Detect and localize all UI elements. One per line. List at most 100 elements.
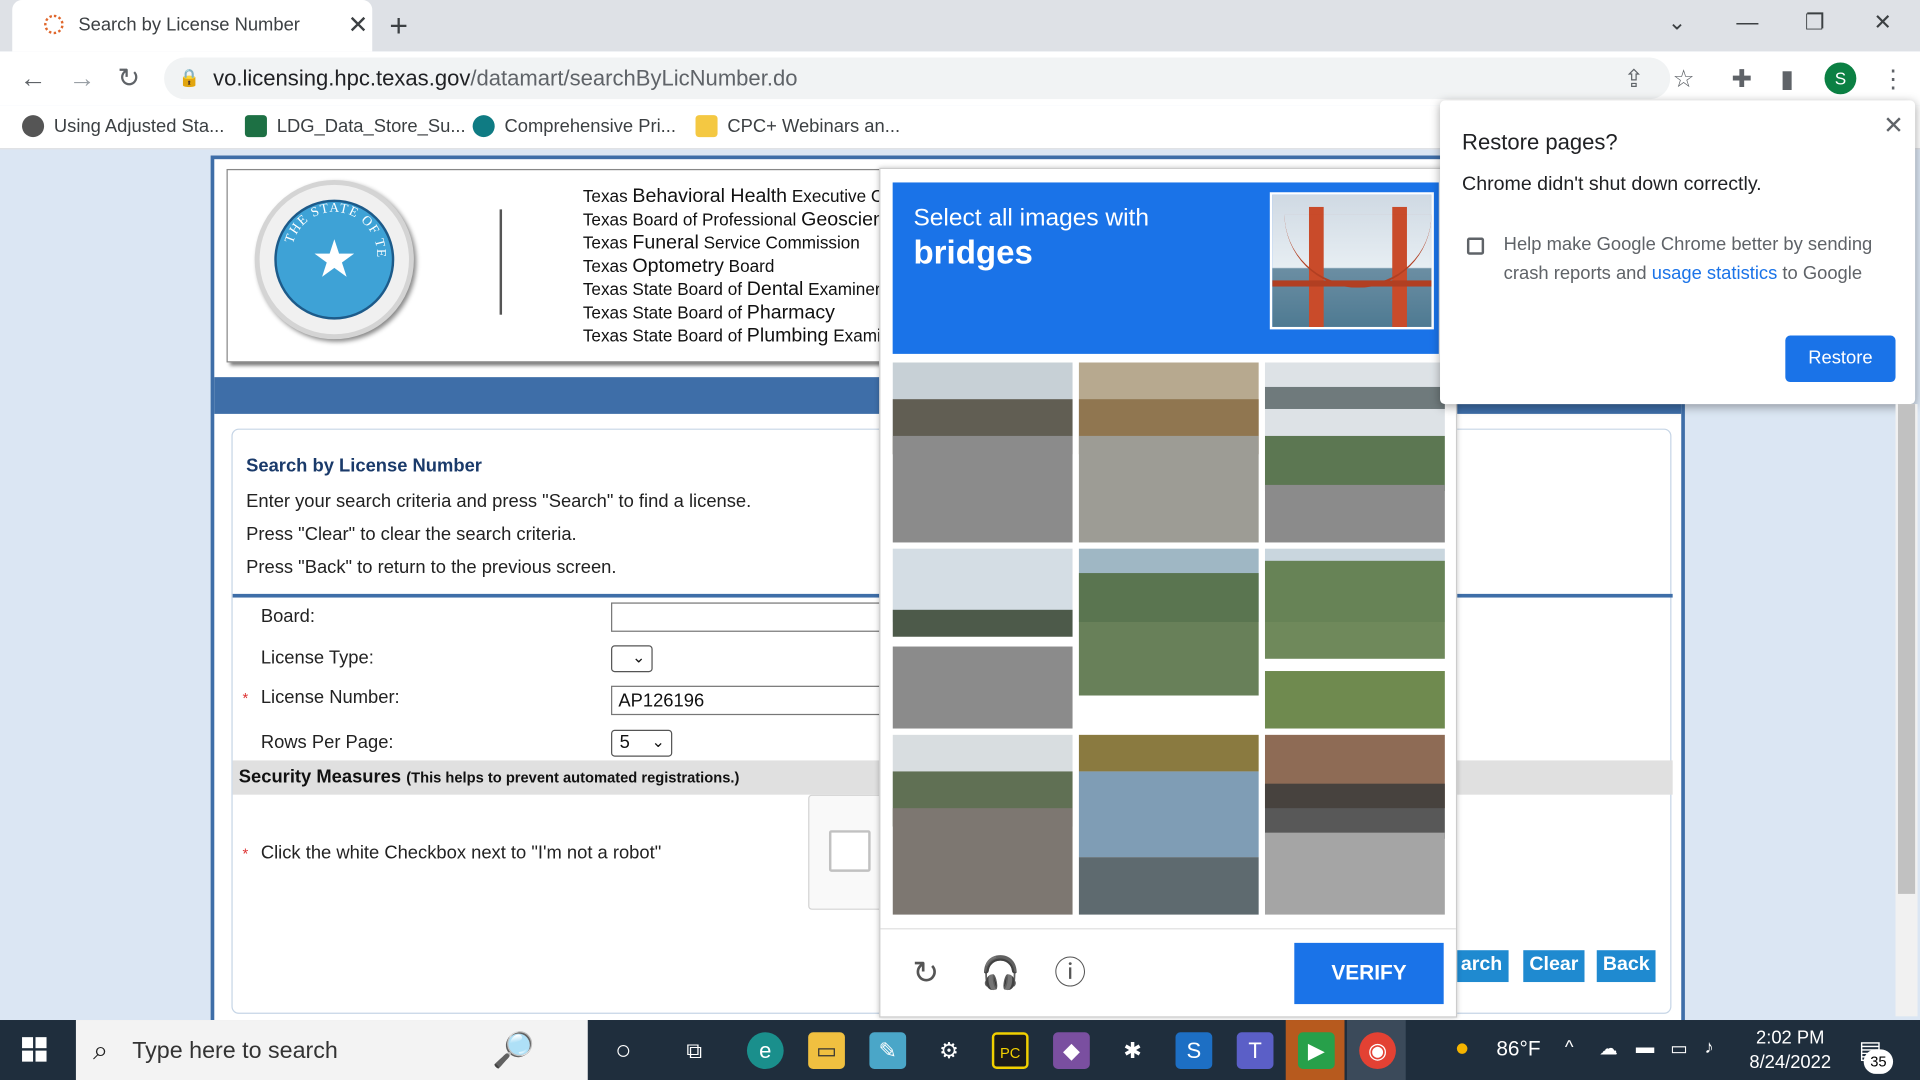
license-number-label: License Number:	[260, 686, 400, 708]
captcha-tile[interactable]	[1078, 362, 1259, 543]
board-label: Board:	[260, 606, 315, 627]
texas-seal-logo: THE STATE OF TEXAS ★	[254, 180, 414, 340]
captcha-tile[interactable]	[892, 734, 1073, 915]
weather-temp[interactable]: 86°F	[1496, 1037, 1540, 1061]
share-icon[interactable]: ⇪	[1624, 64, 1645, 95]
excel-icon	[244, 115, 267, 138]
notification-count: 35	[1863, 1049, 1894, 1074]
settings-gear-icon[interactable]: ⚙	[931, 1032, 968, 1069]
forward-arrow-icon[interactable]: →	[69, 62, 96, 94]
board-name: Texas State Board of Plumbing Examir	[582, 325, 887, 347]
captcha-tile[interactable]	[1078, 734, 1259, 915]
instruction-line: Press "Clear" to clear the search criter…	[246, 524, 577, 545]
captcha-tile[interactable]	[892, 548, 1073, 729]
reload-icon[interactable]: ↻	[118, 62, 141, 94]
close-icon[interactable]: ✕	[1883, 110, 1904, 141]
required-marker: *	[242, 689, 249, 707]
taskbar-search-placeholder: Type here to search	[132, 1038, 338, 1065]
rows-per-page-label: Rows Per Page:	[260, 732, 394, 754]
captcha-header: Select all images with bridges	[892, 182, 1439, 354]
notes-app-icon[interactable]: ✎	[869, 1032, 907, 1069]
bookmark-item[interactable]: Comprehensive Pri...	[472, 115, 676, 138]
profile-avatar[interactable]: S	[1824, 62, 1857, 95]
license-type-label: License Type:	[260, 647, 374, 669]
menu-kebab-icon[interactable]: ⋮	[1881, 64, 1905, 95]
info-icon[interactable]: ⓘ	[1052, 954, 1089, 991]
weather-icon[interactable]: ●	[1455, 1035, 1470, 1063]
new-tab-button[interactable]: +	[389, 7, 408, 45]
captcha-tile[interactable]	[1264, 362, 1445, 543]
form-title: Search by License Number	[246, 455, 482, 477]
verify-button[interactable]: VERIFY	[1294, 942, 1444, 1005]
tab-title: Search by License Number	[78, 14, 300, 36]
dialog-message: Chrome didn't shut down correctly.	[1462, 173, 1762, 195]
extensions-icon[interactable]: ✚	[1731, 64, 1752, 95]
search-button[interactable]: arch	[1454, 950, 1509, 983]
clear-button[interactable]: Clear	[1523, 950, 1585, 983]
bookmark-item[interactable]: LDG_Data_Store_Su...	[244, 115, 466, 138]
restore-button[interactable]: Restore	[1785, 335, 1896, 383]
captcha-tile[interactable]	[892, 362, 1073, 543]
back-arrow-icon[interactable]: ←	[20, 62, 47, 94]
tray-chevron-icon[interactable]: ^	[1565, 1037, 1574, 1058]
sample-bridge-image	[1269, 192, 1434, 330]
crash-report-checkbox[interactable]	[1466, 237, 1485, 255]
volume-icon[interactable]: ♪	[1705, 1037, 1714, 1058]
browser-tab[interactable]: Search by License Number ✕	[12, 0, 373, 52]
back-button[interactable]: Back	[1596, 950, 1656, 983]
minimize-icon[interactable]: —	[1736, 10, 1758, 36]
captcha-tile[interactable]	[1264, 734, 1445, 915]
security-title: Security Measures	[238, 766, 402, 788]
scrollbar-thumb[interactable]	[1897, 404, 1916, 894]
license-type-select[interactable]: ⌄	[611, 645, 653, 673]
network-icon[interactable]: ▭	[1670, 1037, 1687, 1059]
address-bar[interactable]: 🔒 vo.licensing.hpc.texas.gov/datamart/se…	[164, 57, 1671, 100]
close-tab-icon[interactable]: ✕	[348, 10, 369, 41]
captcha-tile[interactable]	[1264, 548, 1445, 729]
bookmark-item[interactable]: Using Adjusted Sta...	[22, 115, 224, 138]
required-marker: *	[242, 844, 249, 863]
board-name: Texas State Board of Pharmacy	[582, 302, 835, 324]
windows-taskbar: ⌕ Type here to search 🔎 ○ ⧉ e ▭ ✎ ⚙ PC ◆…	[0, 1020, 1920, 1080]
captcha-target: bridges	[913, 233, 1033, 271]
system-clock[interactable]: 2:02 PM 8/24/2022	[1741, 1026, 1839, 1075]
onedrive-icon[interactable]: ☁	[1599, 1037, 1617, 1059]
file-explorer-icon[interactable]: ▭	[808, 1032, 845, 1069]
media-app-icon[interactable]: ▶	[1297, 1032, 1335, 1069]
edge-icon[interactable]: e	[746, 1032, 784, 1069]
board-name: Texas Funeral Service Commission	[582, 232, 860, 254]
clock-date: 8/24/2022	[1749, 1051, 1832, 1073]
audio-challenge-icon[interactable]: 🎧	[981, 954, 1021, 991]
page-scrollbar[interactable]	[1895, 404, 1918, 1017]
task-view-icon[interactable]: ⧉	[676, 1032, 713, 1069]
teams-icon[interactable]: T	[1236, 1032, 1274, 1069]
captcha-prompt: Select all images with	[913, 204, 1149, 232]
rows-per-page-select[interactable]: 5 ⌄	[611, 729, 673, 757]
windows-start-icon[interactable]	[22, 1037, 47, 1062]
instruction-line: Press "Back" to return to the previous s…	[246, 557, 617, 578]
usage-statistics-link[interactable]: usage statistics	[1652, 263, 1778, 284]
cortana-icon[interactable]: ○	[605, 1032, 642, 1069]
chrome-icon[interactable]: ◉	[1359, 1032, 1396, 1069]
battery-icon[interactable]: ▬	[1636, 1037, 1654, 1058]
captcha-tile[interactable]	[1078, 548, 1259, 729]
dialog-title: Restore pages?	[1462, 129, 1618, 155]
pycharm-icon[interactable]: PC	[991, 1032, 1029, 1069]
clock-time: 2:02 PM	[1756, 1027, 1825, 1049]
not-a-robot-checkbox[interactable]	[828, 830, 871, 872]
sharepoint-app-icon[interactable]: S	[1175, 1032, 1213, 1069]
board-name: Texas Optometry Board	[582, 255, 775, 277]
bookmark-item[interactable]: CPC+ Webinars an...	[695, 115, 900, 138]
reload-challenge-icon[interactable]: ↻	[907, 954, 944, 991]
close-window-icon[interactable]: ✕	[1873, 10, 1891, 36]
tab-search-icon[interactable]: ⌄	[1668, 10, 1686, 36]
side-panel-icon[interactable]: ▮	[1780, 64, 1793, 95]
git-icon[interactable]: ◆	[1053, 1032, 1090, 1069]
slack-icon[interactable]: ✱	[1114, 1032, 1151, 1069]
restore-window-icon[interactable]: ❐	[1805, 10, 1825, 36]
board-field[interactable]	[611, 602, 893, 632]
lock-icon[interactable]: 🔒	[179, 67, 200, 88]
bookmark-star-icon[interactable]: ☆	[1673, 64, 1695, 95]
taskbar-search[interactable]: ⌕ Type here to search 🔎	[75, 1020, 588, 1080]
license-number-field[interactable]: AP126196	[611, 685, 893, 716]
